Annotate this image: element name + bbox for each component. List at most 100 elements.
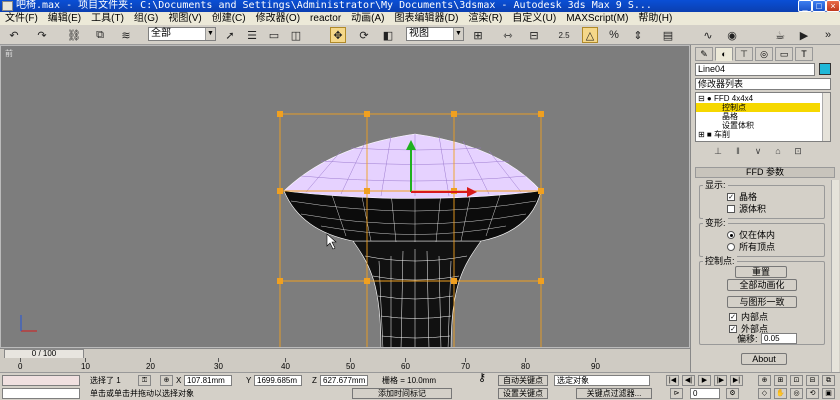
create-tab[interactable]: ✎: [695, 47, 713, 61]
configure-sets-icon[interactable]: ⊡: [791, 145, 805, 157]
show-end-result-icon[interactable]: ‖: [731, 145, 745, 157]
rect-region-icon[interactable]: ▭: [266, 27, 282, 43]
current-frame-field[interactable]: 0: [690, 388, 720, 399]
y-coordinate-field[interactable]: 1699.685m: [254, 375, 302, 386]
time-config-icon[interactable]: ⚙: [726, 388, 739, 399]
align-icon[interactable]: ⊟: [526, 27, 542, 43]
remove-modifier-icon[interactable]: ⌂: [771, 145, 785, 157]
maximize-button[interactable]: □: [812, 0, 826, 12]
menu-group[interactable]: 组(G): [129, 12, 163, 25]
object-color-swatch[interactable]: [819, 63, 831, 75]
stack-item-lathe[interactable]: ⊞ ■ 车削: [696, 130, 820, 139]
motion-tab[interactable]: ◎: [755, 47, 773, 61]
key-filters-button[interactable]: 关键点过滤器...: [576, 388, 652, 399]
utilities-tab[interactable]: T: [795, 47, 813, 61]
stack-scrollbar[interactable]: [822, 93, 830, 141]
stack-item-control-points[interactable]: 控制点: [696, 103, 820, 112]
absolute-mode-icon[interactable]: ⊕: [160, 375, 173, 386]
lattice-checkbox[interactable]: ✓: [727, 193, 735, 201]
menu-views[interactable]: 视图(V): [163, 12, 206, 25]
z-coordinate-field[interactable]: 627.677mm: [320, 375, 368, 386]
pivot-icon[interactable]: ⊞: [470, 27, 486, 43]
snap-icon[interactable]: 2.5: [556, 27, 572, 43]
key-mode-toggle-icon[interactable]: ⊳: [670, 388, 683, 399]
select-icon[interactable]: ➚: [222, 27, 238, 43]
source-volume-checkbox[interactable]: [727, 205, 735, 213]
unlink-icon[interactable]: ⧉: [92, 27, 108, 43]
x-coordinate-field[interactable]: 107.81mm: [184, 375, 232, 386]
maxscript-output-field[interactable]: [2, 388, 80, 399]
reset-button[interactable]: 重置: [735, 266, 787, 278]
stack-item-lattice[interactable]: 晶格: [696, 112, 820, 121]
menu-graph-editors[interactable]: 图表编辑器(D): [390, 12, 464, 25]
toolbar-more-icon[interactable]: »: [820, 27, 836, 43]
add-time-tag-button[interactable]: 添加时间标记: [352, 388, 452, 399]
zoom-extents-icon[interactable]: ⊡: [790, 375, 803, 386]
time-slider[interactable]: 0 / 100: [0, 348, 690, 359]
scale-icon[interactable]: ◧: [380, 27, 396, 43]
select-by-name-icon[interactable]: ☰: [244, 27, 260, 43]
menu-create[interactable]: 创建(C): [207, 12, 251, 25]
zoom-extents-all-icon[interactable]: ⊟: [806, 375, 819, 386]
play-icon[interactable]: ▶: [698, 375, 711, 386]
percent-snap-icon[interactable]: %: [606, 27, 622, 43]
key-mode-icon[interactable]: ⚷: [478, 373, 486, 384]
selection-filter-select[interactable]: 全部 ▼: [148, 27, 216, 41]
menu-tools[interactable]: 工具(T): [86, 12, 129, 25]
redo-icon[interactable]: ↷: [34, 27, 50, 43]
command-panel-scrollbar[interactable]: [831, 180, 839, 395]
go-to-start-icon[interactable]: |◀: [666, 375, 679, 386]
min-max-toggle-icon[interactable]: ⧉: [822, 375, 835, 386]
track-bar[interactable]: 0 10 20 30 40 50 60 70 80 90: [0, 358, 690, 372]
hierarchy-tab[interactable]: ⊤: [735, 47, 753, 61]
stack-item-set-volume[interactable]: 设置体积: [696, 121, 820, 130]
named-sets-icon[interactable]: ▤: [660, 27, 676, 43]
spinner-snap-icon[interactable]: ⇕: [630, 27, 646, 43]
about-button[interactable]: About: [741, 353, 787, 365]
zoom-all-icon[interactable]: ⊞: [774, 375, 787, 386]
menu-maxscript[interactable]: MAXScript(M): [561, 12, 633, 25]
modify-tab[interactable]: ◐: [715, 47, 733, 61]
conform-to-shape-button[interactable]: 与图形一致: [727, 296, 797, 308]
minimize-button[interactable]: _: [798, 0, 812, 12]
front-viewport[interactable]: 前: [0, 45, 690, 348]
window-crossing-icon[interactable]: ◫: [288, 27, 304, 43]
offset-spinner[interactable]: 0.05: [761, 333, 797, 344]
maxscript-listener-field[interactable]: [2, 375, 80, 386]
mirror-icon[interactable]: ⇿: [500, 27, 516, 43]
undo-icon[interactable]: ↶: [6, 27, 22, 43]
all-vertices-radio[interactable]: [727, 243, 735, 251]
menu-edit[interactable]: 编辑(E): [43, 12, 86, 25]
prev-frame-icon[interactable]: ◀|: [682, 375, 695, 386]
quick-render-icon[interactable]: ▶: [796, 27, 812, 43]
menu-rendering[interactable]: 渲染(R): [463, 12, 507, 25]
inside-points-checkbox[interactable]: ✓: [729, 313, 737, 321]
modifier-list-select[interactable]: 修改器列表: [695, 78, 831, 90]
pin-stack-icon[interactable]: ⊥: [711, 145, 725, 157]
key-filter-select[interactable]: 选定对象: [554, 375, 650, 386]
menu-reactor[interactable]: reactor: [305, 12, 346, 25]
stack-item-ffd[interactable]: ⊟ ● FFD 4x4x4: [696, 94, 820, 103]
display-tab[interactable]: ▭: [775, 47, 793, 61]
bind-spacewarp-icon[interactable]: ≋: [118, 27, 134, 43]
curve-editor-icon[interactable]: ∿: [700, 27, 716, 43]
angle-snap-icon[interactable]: △: [582, 27, 598, 43]
only-in-volume-radio[interactable]: [727, 231, 735, 239]
maximize-viewport-icon[interactable]: ▣: [822, 388, 835, 399]
close-button[interactable]: ×: [826, 0, 840, 12]
next-frame-icon[interactable]: |▶: [714, 375, 727, 386]
field-of-view-icon[interactable]: ◇: [758, 388, 771, 399]
render-icon[interactable]: ☕: [772, 27, 788, 43]
outside-points-checkbox[interactable]: ✓: [729, 325, 737, 333]
make-unique-icon[interactable]: ∨: [751, 145, 765, 157]
ffd-params-rollout-header[interactable]: FFD 参数: [695, 167, 835, 178]
material-icon[interactable]: ◉: [724, 27, 740, 43]
lock-selection-icon[interactable]: ⚿: [138, 375, 151, 386]
arc-rotate-icon[interactable]: ⟲: [806, 388, 819, 399]
orbit-icon[interactable]: ◎: [790, 388, 803, 399]
reference-coord-select[interactable]: 视图 ▼: [406, 27, 464, 41]
go-to-end-icon[interactable]: ▶|: [730, 375, 743, 386]
set-key-button[interactable]: 设置关键点: [498, 388, 548, 399]
menu-file[interactable]: 文件(F): [0, 12, 43, 25]
animate-all-button[interactable]: 全部动画化: [727, 279, 797, 291]
